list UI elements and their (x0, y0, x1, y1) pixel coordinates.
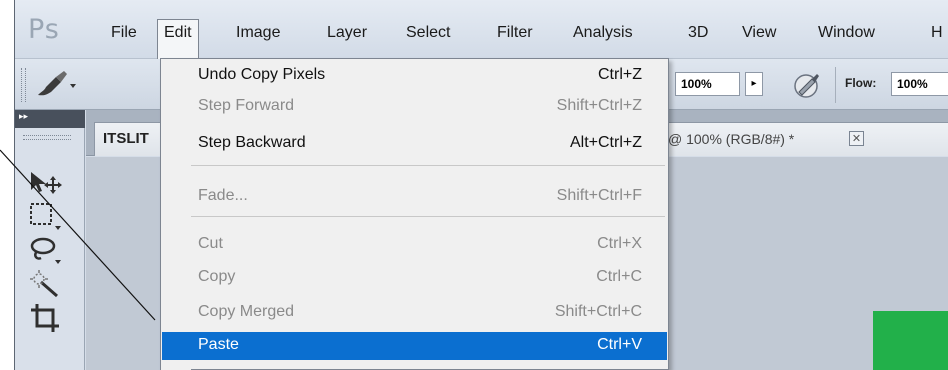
menu-item-label: Fade... (198, 187, 248, 204)
menu-item-shortcut: Alt+Ctrl+Z (569, 134, 642, 151)
menu-item-label: Step Forward (198, 97, 295, 114)
menu-3d[interactable]: 3D (688, 20, 708, 46)
edit-menu-dropdown: Undo Copy Pixels Ctrl+Z Step Forward Shi… (160, 58, 669, 370)
options-bar-grip[interactable] (21, 68, 26, 102)
magic-wand-tool-icon[interactable] (25, 268, 65, 300)
menu-layer[interactable]: Layer (327, 20, 367, 46)
menu-item-shortcut: Ctrl+V (597, 336, 642, 353)
photoshop-logo: Ps (28, 14, 60, 45)
options-separator (835, 67, 836, 103)
menu-item-shortcut: Ctrl+Z (598, 66, 642, 83)
brush-tool-preset-picker[interactable] (34, 69, 78, 101)
menu-view[interactable]: View (742, 20, 776, 46)
expand-panel-icon[interactable]: ▸▸ (19, 112, 28, 122)
photoshop-window: Ps File Edit Image Layer Select Filter A… (14, 0, 948, 370)
menu-item-undo-copy-pixels[interactable]: Undo Copy Pixels Ctrl+Z (162, 62, 667, 90)
menu-select[interactable]: Select (406, 20, 450, 46)
document-tab-name: ITSLIT (103, 130, 149, 147)
menu-item-paste[interactable]: Paste Ctrl+V (162, 332, 667, 360)
flow-input[interactable]: 100% (891, 72, 948, 96)
menu-item-fade: Fade... Shift+Ctrl+F (162, 183, 667, 211)
document-tab-info: @ 100% (RGB/8#) * (668, 131, 795, 147)
menu-item-step-backward[interactable]: Step Backward Alt+Ctrl+Z (162, 130, 667, 158)
menu-item-label: Cut (198, 235, 223, 252)
brush-icon (38, 71, 76, 96)
airbrush-icon[interactable] (790, 70, 822, 100)
menu-item-shortcut: Shift+Ctrl+Z (556, 97, 642, 114)
menu-item-copy-merged: Copy Merged Shift+Ctrl+C (162, 299, 667, 327)
menu-item-shortcut: Ctrl+C (596, 268, 642, 285)
opacity-input[interactable]: 100% (675, 72, 740, 96)
menu-item-shortcut: Shift+Ctrl+F (556, 187, 642, 204)
menu-help[interactable]: H (931, 20, 943, 46)
tools-panel-grip[interactable] (23, 135, 71, 140)
marquee-tool-icon[interactable] (25, 200, 65, 232)
menu-analysis[interactable]: Analysis (573, 20, 633, 46)
menu-item-label: Undo Copy Pixels (198, 66, 326, 83)
menu-item-step-forward: Step Forward Shift+Ctrl+Z (162, 93, 667, 121)
lasso-tool-icon[interactable] (25, 234, 65, 266)
menu-filter[interactable]: Filter (497, 20, 533, 46)
menu-item-shortcut: Shift+Ctrl+C (554, 303, 642, 320)
menu-item-label: Paste (198, 336, 239, 353)
close-document-icon[interactable]: ✕ (849, 131, 864, 146)
menu-item-label: Copy (198, 268, 236, 285)
menu-item-label: Copy Merged (198, 303, 295, 320)
menu-separator (191, 216, 665, 217)
menu-item-label: Step Backward (198, 134, 306, 151)
green-canvas-content (873, 311, 948, 370)
crop-tool-icon[interactable] (25, 302, 65, 334)
opacity-slider-toggle-button[interactable]: ▸ (745, 72, 763, 96)
menu-item-copy: Copy Ctrl+C (162, 264, 667, 292)
menu-separator (191, 165, 665, 166)
flow-label: Flow: (845, 76, 877, 90)
menu-edit[interactable]: Edit (157, 19, 199, 59)
menu-item-cut: Cut Ctrl+X (162, 231, 667, 259)
menu-window[interactable]: Window (818, 20, 875, 46)
tools-panel-header: ▸▸ (15, 110, 85, 128)
menu-file[interactable]: File (111, 20, 137, 46)
tools-panel: ▸▸ (15, 110, 85, 370)
screenshot-stage: Ps File Edit Image Layer Select Filter A… (0, 0, 948, 370)
menubar: Ps File Edit Image Layer Select Filter A… (15, 0, 948, 59)
menu-image[interactable]: Image (236, 20, 280, 46)
menu-item-shortcut: Ctrl+X (597, 235, 642, 252)
move-tool-icon[interactable] (25, 166, 65, 198)
